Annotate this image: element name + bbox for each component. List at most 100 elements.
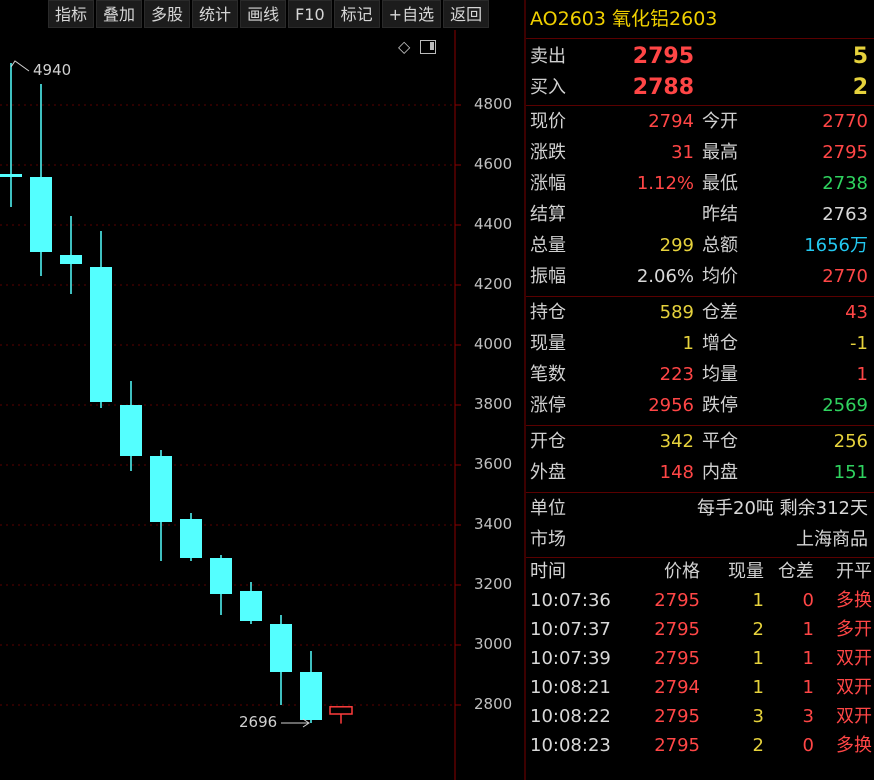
stat-label: 今开 [702,111,738,132]
quote-row: 笔数 223 均量 1 [526,359,874,390]
kline-chart[interactable]: 4800 4600 4400 4200 4000 3800 3600 3400 3200 3000… [0,30,524,780]
trade-oi-change: 3 [802,706,814,727]
trade-volume: 2 [752,735,764,756]
diamond-icon[interactable]: ◇ [398,38,410,56]
market-value: 上海商品 [796,529,868,550]
stat-label: 现价 [530,111,566,132]
trade-volume: 2 [752,619,764,640]
y-tick-label: 3200 [474,575,513,593]
quote-row: 持仓 589 仓差 43 [526,297,874,328]
quote-panel: AO2603 氧化铝2603 卖出 2795 5 买入 2788 2 现价 279… [524,0,874,780]
stat-value: 256 [833,431,868,452]
candle-body [120,405,142,456]
col-oi-change: 仓差 [778,561,814,582]
trades-list[interactable]: 10:07:36 2795 1 0 多换 10:07:37 2795 2 1 多开 10:07:39… [526,586,874,760]
trade-time: 10:07:39 [530,648,611,669]
stat-label: 涨停 [530,395,566,416]
candle [270,615,292,705]
bid-row: 买入 2788 2 [526,72,874,103]
trade-time: 10:08:21 [530,677,611,698]
trade-type: 双开 [836,677,872,698]
candle-body [300,672,322,720]
trade-price: 2795 [654,735,700,756]
toolbar-button-7[interactable]: +自选 [381,0,442,28]
stat-label: 涨幅 [530,173,566,194]
trade-row: 10:07:37 2795 2 1 多开 [526,615,874,644]
quote-row: 现价 2794 今开 2770 [526,106,874,137]
trade-row: 10:07:36 2795 1 0 多换 [526,586,874,615]
stat-value: 148 [659,462,694,483]
toolbar-button-4[interactable]: 画线 [240,0,287,28]
chart-corner-icons: ◇ [398,38,437,56]
y-tick-label: 3600 [474,455,513,473]
toolbar-button-3[interactable]: 统计 [192,0,239,28]
stat-label: 外盘 [530,462,566,483]
candle [300,651,322,723]
candle-body [0,174,22,177]
stat-value: 2770 [822,266,868,287]
high-marker [10,60,30,72]
candle [90,231,112,408]
toolbar-button-0[interactable]: 指标 [48,0,95,28]
panel-toggle-icon[interactable] [420,40,437,54]
stat-label: 笔数 [530,364,566,385]
stat-label: 持仓 [530,302,566,323]
trade-time: 10:08:22 [530,706,611,727]
candle [180,513,202,561]
trade-oi-change: 1 [802,677,814,698]
stat-value: 43 [845,302,868,323]
y-tick-label: 2800 [474,695,513,713]
stat-value: 1.12% [636,173,694,194]
trade-oi-change: 1 [802,648,814,669]
quote-row: 振幅 2.06% 均价 2770 [526,261,874,292]
toolbar-button-1[interactable]: 叠加 [96,0,143,28]
stat-value: 151 [833,462,868,483]
quote-row: 结算 昨结 2763 [526,199,874,230]
stat-label: 平仓 [702,431,738,452]
low-annotation: 2696 [239,713,278,731]
toolbar-button-5[interactable]: F10 [288,0,332,28]
toolbar-button-8[interactable]: 返回 [443,0,490,28]
y-tick-label: 4000 [474,335,513,353]
stat-value: 2738 [822,173,868,194]
trade-type: 双开 [836,706,872,727]
stat-label: 最高 [702,142,738,163]
trade-volume: 1 [752,648,764,669]
trade-oi-change: 1 [802,619,814,640]
candle-body [210,558,232,594]
candle [0,63,22,207]
stat-value: 1 [682,333,694,354]
trade-price: 2795 [654,648,700,669]
quote-stats-3: 开仓 342 平仓 256 外盘 148 内盘 151 [526,426,874,488]
high-annotation: 4940 [33,61,72,79]
col-price: 价格 [664,561,700,582]
stat-value: 2763 [822,204,868,225]
quote-row: 总量 299 总额 1656万 [526,230,874,261]
candle [30,84,52,276]
quote-row: 涨跌 31 最高 2795 [526,137,874,168]
y-tick-label: 4600 [474,155,513,173]
toolbar-button-6[interactable]: 标记 [333,0,380,28]
unit-row: 单位 每手20吨 剩余312天 [526,493,874,524]
candle-body [90,267,112,402]
bid-price: 2788 [632,75,694,100]
quote-row: 开仓 342 平仓 256 [526,426,874,457]
stat-label: 增仓 [702,333,738,354]
stat-label: 开仓 [530,431,566,452]
stat-label: 内盘 [702,462,738,483]
quote-row: 涨停 2956 跌停 2569 [526,390,874,421]
toolbar-button-2[interactable]: 多股 [144,0,191,28]
candle [329,706,353,724]
stat-value: -1 [850,333,868,354]
trade-type: 多换 [836,735,872,756]
stat-label: 昨结 [702,204,738,225]
candle [150,450,172,561]
stat-label: 总额 [702,235,738,256]
stat-label: 结算 [530,204,566,225]
stat-value: 299 [659,235,694,256]
trade-volume: 3 [752,706,764,727]
trade-type: 多换 [836,590,872,611]
stat-value: 2.06% [636,266,694,287]
y-tick-label: 3400 [474,515,513,533]
contract-title: AO2603 氧化铝2603 [530,8,718,30]
